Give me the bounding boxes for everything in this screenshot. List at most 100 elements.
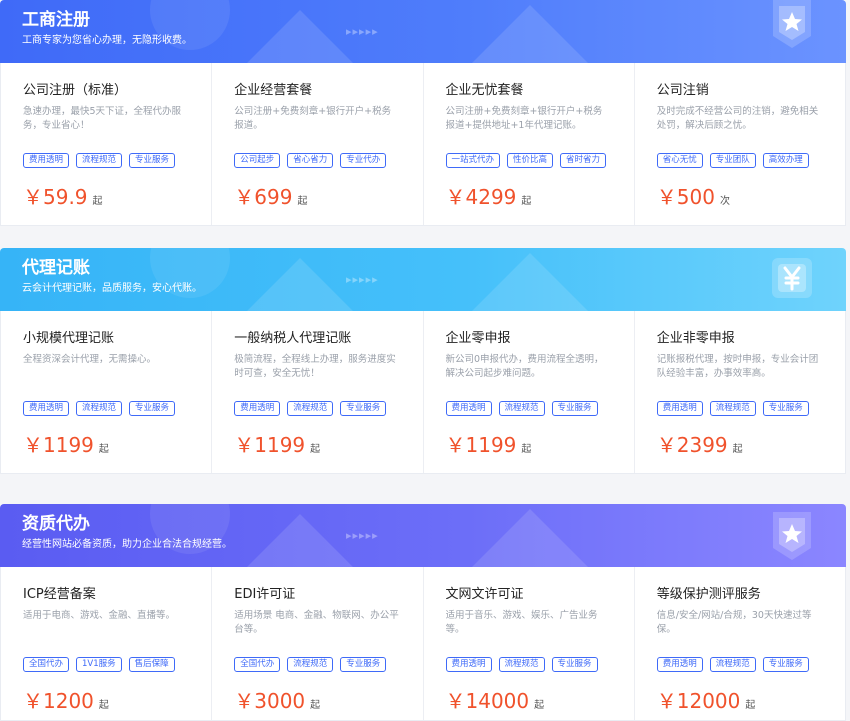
tag: 费用透明 bbox=[656, 657, 703, 672]
card-desc: 记账报税代理，按时申报，专业会计团队经验丰富，办事效率高。 bbox=[656, 354, 819, 379]
star-shield-icon bbox=[770, 0, 814, 50]
service-card[interactable]: 小规模代理记账 全程资深会计代理，无需操心。 费用透明 流程规范 专业服务 ￥1… bbox=[1, 311, 213, 473]
price-unit: 起 bbox=[297, 196, 308, 207]
tag-list: 费用透明 流程规范 专业服务 bbox=[23, 153, 176, 168]
price-unit: 起 bbox=[310, 444, 321, 455]
tag: 专业服务 bbox=[340, 657, 387, 672]
section-title: 资质代办 bbox=[22, 514, 90, 534]
card-desc: 信息/安全/网站/合规，30天快速过等保。 bbox=[656, 610, 812, 635]
arrows-decoration: ▸▸▸▸▸ bbox=[346, 25, 379, 38]
tag-list: 费用透明 流程规范 专业服务 bbox=[656, 401, 809, 416]
service-card[interactable]: 等级保护测评服务 信息/安全/网站/合规，30天快速过等保。 费用透明 流程规范… bbox=[635, 567, 845, 720]
tag: 全国代办 bbox=[234, 657, 281, 672]
price-value: ￥4299 bbox=[445, 185, 517, 209]
service-card[interactable]: 文网文许可证 适用于音乐、游戏、娱乐、广告业务等。 费用透明 流程规范 专业服务… bbox=[424, 567, 635, 720]
section-banner: ▸▸▸▸▸ 资质代办 经营性网站必备资质，助力企业合法合规经营。 bbox=[0, 504, 846, 567]
price-value: ￥1199 bbox=[445, 433, 517, 457]
price-value: ￥500 bbox=[656, 185, 715, 209]
card-title: 企业零申报 bbox=[445, 331, 511, 346]
tag-list: 费用透明 流程规范 专业服务 bbox=[656, 657, 809, 672]
section-qualification: ▸▸▸▸▸ 资质代办 经营性网站必备资质，助力企业合法合规经营。 ICP经营备案… bbox=[0, 504, 846, 721]
card-desc: 及时完成不经营公司的注销，避免相关处罚，解决后顾之忧。 bbox=[656, 106, 819, 131]
price-value: ￥1199 bbox=[23, 433, 94, 457]
tag: 公司起步 bbox=[234, 153, 281, 168]
tag-list: 费用透明 流程规范 专业服务 bbox=[234, 401, 387, 416]
card-desc: 新公司0申报代办，费用流程全透明，解决公司起步难问题。 bbox=[445, 354, 604, 379]
price-unit: 起 bbox=[745, 700, 756, 711]
tag-list: 一站式代办 性价比高 省时省力 bbox=[445, 153, 607, 168]
tag: 费用透明 bbox=[445, 657, 492, 672]
price-value: ￥14000 bbox=[445, 689, 530, 713]
price-unit: 起 bbox=[521, 196, 532, 207]
card-desc: 适用于音乐、游戏、娱乐、广告业务等。 bbox=[445, 610, 598, 635]
tag: 流程规范 bbox=[287, 657, 334, 672]
price-value: ￥2399 bbox=[656, 433, 728, 457]
service-card[interactable]: 公司注销 及时完成不经营公司的注销，避免相关处罚，解决后顾之忧。 省心无忧 专业… bbox=[635, 63, 845, 225]
section-subtitle: 经营性网站必备资质，助力企业合法合规经营。 bbox=[22, 539, 232, 550]
service-card[interactable]: ICP经营备案 适用于电商、游戏、金融、直播等。 全国代办 1V1服务 售后保障… bbox=[1, 567, 213, 720]
tag: 专业服务 bbox=[340, 401, 387, 416]
tag: 高效办理 bbox=[762, 153, 809, 168]
tag: 专业代办 bbox=[340, 153, 387, 168]
tag: 流程规范 bbox=[498, 657, 545, 672]
tag: 全国代办 bbox=[23, 657, 70, 672]
price: ￥14000 起 bbox=[446, 685, 545, 714]
card-title: ICP经营备案 bbox=[23, 587, 96, 602]
price-unit: 起 bbox=[534, 700, 545, 711]
section-banner: ▸▸▸▸▸ 代理记账 云会计代理记账，品质服务，安心代账。 bbox=[0, 248, 846, 311]
tag: 费用透明 bbox=[445, 401, 492, 416]
card-title: 公司注销 bbox=[656, 83, 709, 98]
service-card[interactable]: 企业零申报 新公司0申报代办，费用流程全透明，解决公司起步难问题。 费用透明 流… bbox=[424, 311, 635, 473]
price-unit: 起 bbox=[732, 444, 743, 455]
service-card[interactable]: 企业非零申报 记账报税代理，按时申报，专业会计团队经验丰富，办事效率高。 费用透… bbox=[635, 311, 845, 473]
tag-list: 公司起步 省心省力 专业代办 bbox=[234, 153, 387, 168]
price-value: ￥59.9 bbox=[23, 185, 88, 209]
tag: 流程规范 bbox=[709, 401, 756, 416]
card-title: 企业无忧套餐 bbox=[445, 83, 524, 98]
section-banner: ▸▸▸▸▸ 工商注册 工商专家为您省心办理，无隐形收费。 bbox=[0, 0, 846, 63]
service-card[interactable]: 公司注册（标准） 急速办理，最快5天下证，全程代办服务，专业省心！ 费用透明 流… bbox=[1, 63, 213, 225]
card-title: 小规模代理记账 bbox=[23, 331, 115, 346]
tag: 费用透明 bbox=[234, 401, 281, 416]
card-row: 公司注册（标准） 急速办理，最快5天下证，全程代办服务，专业省心！ 费用透明 流… bbox=[0, 63, 846, 226]
price: ￥59.9 起 bbox=[23, 181, 103, 210]
price: ￥500 次 bbox=[657, 181, 730, 210]
price-unit: 起 bbox=[521, 444, 532, 455]
tag: 专业服务 bbox=[129, 401, 176, 416]
tag: 省心省力 bbox=[287, 153, 334, 168]
tag: 1V1服务 bbox=[76, 657, 122, 672]
arrows-decoration: ▸▸▸▸▸ bbox=[346, 529, 379, 542]
price: ￥1199 起 bbox=[23, 429, 109, 458]
price-value: ￥1199 bbox=[234, 433, 306, 457]
tag-list: 全国代办 1V1服务 售后保障 bbox=[23, 657, 175, 672]
tag: 专业服务 bbox=[762, 401, 809, 416]
section-bookkeeping: ▸▸▸▸▸ 代理记账 云会计代理记账，品质服务，安心代账。 小规模代理记账 全程… bbox=[0, 248, 846, 474]
service-card[interactable]: 企业无忧套餐 公司注册+免费刻章+银行开户+税务报道+提供地址+1年代理记账。 … bbox=[424, 63, 635, 225]
tag-list: 费用透明 流程规范 专业服务 bbox=[445, 401, 598, 416]
card-desc: 公司注册+免费刻章+银行开户+税务报道。 bbox=[234, 106, 392, 131]
tag-list: 费用透明 流程规范 专业服务 bbox=[23, 401, 176, 416]
yuan-icon bbox=[770, 256, 814, 306]
price: ￥1200 起 bbox=[23, 685, 109, 714]
tag: 专业服务 bbox=[129, 153, 176, 168]
price-unit: 次 bbox=[719, 196, 730, 207]
tag: 省时省力 bbox=[560, 153, 607, 168]
price: ￥699 起 bbox=[234, 181, 307, 210]
price-unit: 起 bbox=[98, 444, 109, 455]
section-subtitle: 云会计代理记账，品质服务，安心代账。 bbox=[22, 283, 202, 294]
price: ￥4299 起 bbox=[446, 181, 532, 210]
tag: 流程规范 bbox=[498, 401, 545, 416]
card-title: 一般纳税人代理记账 bbox=[234, 331, 352, 346]
card-desc: 全程资深会计代理，无需操心。 bbox=[23, 354, 157, 365]
tag: 省心无忧 bbox=[656, 153, 703, 168]
tag: 专业服务 bbox=[551, 401, 598, 416]
service-card[interactable]: 一般纳税人代理记账 极简流程，全程线上办理，服务进度实时可查，安全无忧！ 费用透… bbox=[212, 311, 424, 473]
price-value: ￥1200 bbox=[23, 689, 94, 713]
card-desc: 急速办理，最快5天下证，全程代办服务，专业省心！ bbox=[23, 106, 182, 131]
service-card[interactable]: 企业经营套餐 公司注册+免费刻章+银行开户+税务报道。 公司起步 省心省力 专业… bbox=[212, 63, 424, 225]
section-business-registration: ▸▸▸▸▸ 工商注册 工商专家为您省心办理，无隐形收费。 公司注册（标准） 急速… bbox=[0, 0, 846, 226]
price: ￥1199 起 bbox=[446, 429, 532, 458]
price-value: ￥12000 bbox=[656, 689, 741, 713]
card-row: 小规模代理记账 全程资深会计代理，无需操心。 费用透明 流程规范 专业服务 ￥1… bbox=[0, 311, 846, 474]
service-card[interactable]: EDI许可证 适用场景 电商、金融、物联网、办公平台等。 全国代办 流程规范 专… bbox=[212, 567, 424, 720]
